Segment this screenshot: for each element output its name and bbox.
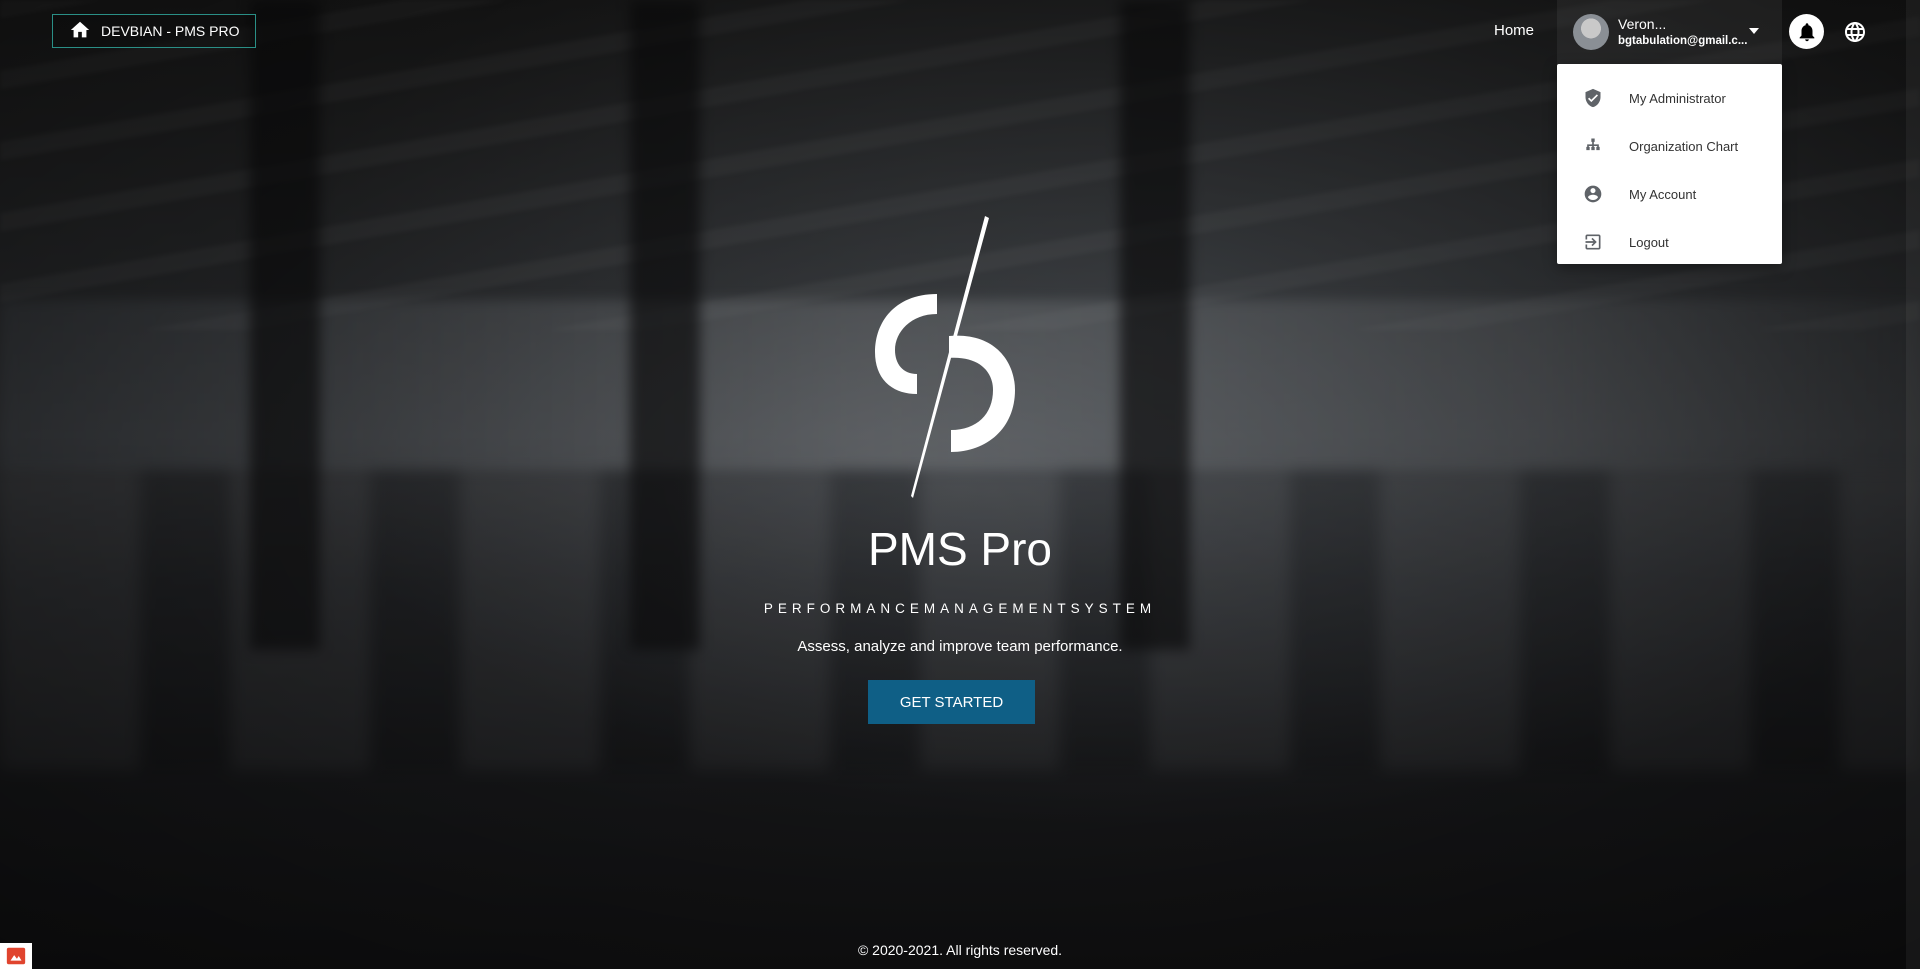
extension-icon[interactable] xyxy=(0,943,32,969)
brand-label: DEVBIAN - PMS PRO xyxy=(101,23,240,39)
menu-item-logout[interactable]: Logout xyxy=(1557,218,1782,266)
menu-item-label: My Account xyxy=(1629,186,1697,202)
hero-tagline: Assess, analyze and improve team perform… xyxy=(797,638,1123,655)
pms-pro-logo xyxy=(875,216,1015,498)
org-chart-icon xyxy=(1586,138,1600,151)
hero-subtitle: PERFORMANCEMANAGEMENTSYSTEM xyxy=(763,601,1157,616)
notifications-button[interactable] xyxy=(1789,14,1824,49)
get-started-button[interactable]: GET STARTED xyxy=(868,680,1035,724)
account-circle-icon xyxy=(1584,185,1602,203)
menu-item-label: Organization Chart xyxy=(1629,138,1739,154)
brand-home-button[interactable]: DEVBIAN - PMS PRO xyxy=(52,14,257,48)
user-menu-toggle[interactable]: Veron... bgtabulation@gmail.c... xyxy=(1557,0,1782,64)
logout-icon xyxy=(1585,234,1601,250)
chevron-down-icon xyxy=(1749,28,1759,34)
scrollbar[interactable] xyxy=(1906,0,1920,969)
menu-item-label: Logout xyxy=(1629,234,1669,250)
globe-icon[interactable] xyxy=(1843,20,1867,44)
shield-check-icon xyxy=(1585,88,1601,108)
menu-item-label: My Administrator xyxy=(1629,90,1726,106)
user-name: Veron... xyxy=(1618,16,1667,33)
user-dropdown-menu: My Administrator Organization Chart My A… xyxy=(1557,64,1782,264)
footer-copyright: © 2020-2021. All rights reserved. xyxy=(857,942,1063,958)
nav-home-link[interactable]: Home xyxy=(1494,22,1534,39)
menu-item-organization-chart[interactable]: Organization Chart xyxy=(1557,122,1782,170)
home-icon xyxy=(69,19,91,44)
avatar xyxy=(1573,14,1609,50)
bell-icon xyxy=(1799,22,1814,41)
menu-item-my-account[interactable]: My Account xyxy=(1557,170,1782,218)
menu-item-my-administrator[interactable]: My Administrator xyxy=(1557,74,1782,122)
hero-title: PMS Pro xyxy=(867,523,1053,575)
user-email: bgtabulation@gmail.c... xyxy=(1618,34,1748,47)
